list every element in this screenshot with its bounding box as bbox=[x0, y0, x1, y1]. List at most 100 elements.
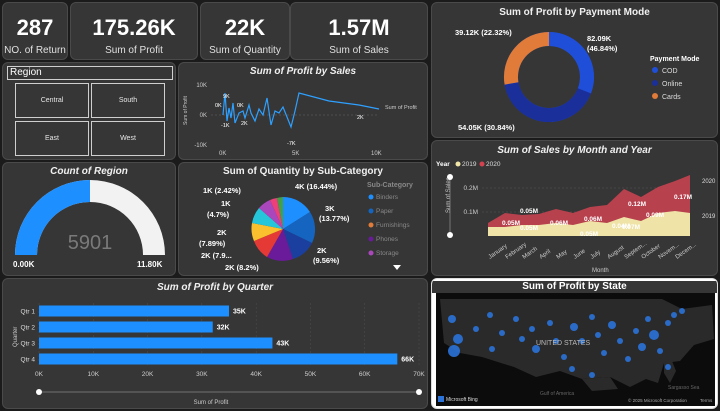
profit-by-sales-svg: Sum of Profit 10K 0K -10K 9K 0K 0K -1K 2… bbox=[183, 83, 417, 157]
profit-quarter-chart[interactable]: Sum of Profit by Quarter Quarter Sum of … bbox=[2, 278, 428, 409]
legend-entry: Storage bbox=[376, 250, 399, 257]
region-option-central[interactable]: Central bbox=[15, 83, 89, 118]
x-tick-label: 10K bbox=[87, 371, 99, 378]
bar-value-label: 66K bbox=[401, 357, 414, 364]
region-slicer: Region Central South East West bbox=[2, 62, 176, 160]
kpi-profit-label: Sum of Profit bbox=[105, 45, 163, 56]
sales-ylabel: Sum of Sales bbox=[446, 177, 452, 213]
sales-month-chart[interactable]: Sum of Sales by Month and Year Year 2019… bbox=[431, 140, 718, 276]
data-label: 0.05M bbox=[520, 225, 538, 232]
bing-icon bbox=[438, 396, 444, 402]
pie bbox=[251, 197, 316, 261]
payment-mode-chart[interactable]: Sum of Profit by Payment Mode 39.12K (22… bbox=[431, 2, 718, 138]
bar-qtr-3[interactable] bbox=[39, 337, 273, 349]
month-tick: August bbox=[607, 245, 626, 261]
legend-entry-2020: 2020 bbox=[486, 161, 501, 168]
sales-month-svg: Year 2019 2020 Sum of Sales 0.2M 0.1M 0.… bbox=[436, 161, 716, 274]
data-label: -7K bbox=[287, 141, 296, 147]
data-label: (13.77%) bbox=[319, 214, 350, 223]
month-tick: April bbox=[539, 249, 552, 261]
kpi-sales-value: 1.57M bbox=[328, 15, 390, 40]
legend-entry: Furnishings bbox=[376, 222, 410, 229]
legend-entry: Phones bbox=[376, 236, 399, 243]
kpi-profit-value: 175.26K bbox=[92, 15, 176, 40]
kpi-returns-label: NO. of Return bbox=[4, 45, 66, 56]
bar-value-label: 43K bbox=[276, 341, 289, 348]
region-option-east[interactable]: East bbox=[15, 121, 89, 156]
data-label: 0.06M bbox=[550, 220, 568, 227]
sales-xlabel: Month bbox=[592, 268, 609, 274]
data-label: 2K bbox=[357, 115, 364, 121]
bing-logo: Microsoft Bing bbox=[446, 397, 478, 403]
count-region-gauge[interactable]: Count of Region 5901 0.00K 11.80K bbox=[2, 162, 176, 276]
year-legend-title: Year bbox=[436, 161, 450, 168]
category-label: Qtr 3 bbox=[21, 341, 36, 348]
data-label: (46.84%) bbox=[587, 44, 618, 53]
month-tick: June bbox=[573, 248, 588, 261]
region-option-west[interactable]: West bbox=[91, 121, 165, 156]
data-label: 39.12K (22.32%) bbox=[455, 28, 512, 37]
bar-qtr-2[interactable] bbox=[39, 321, 213, 333]
sea-label: Sargasso Sea bbox=[668, 385, 700, 391]
xtick: 10K bbox=[371, 151, 382, 157]
bar-qtr-1[interactable] bbox=[39, 305, 229, 317]
x-tick-label: 60K bbox=[359, 371, 371, 378]
region-slicer-title: Region bbox=[7, 66, 173, 80]
gulf-label: Gulf of America bbox=[540, 391, 574, 397]
slider-handle[interactable] bbox=[36, 389, 42, 395]
end-label: 2019 bbox=[702, 214, 716, 220]
data-label: 0.12M bbox=[628, 201, 646, 208]
legend-entry-cod: COD bbox=[662, 68, 678, 75]
ytick: 0K bbox=[200, 113, 207, 119]
legend-entry-cards: Cards bbox=[662, 94, 681, 101]
payment-legend-title: Payment Mode bbox=[650, 56, 700, 63]
data-label: 2K bbox=[241, 121, 248, 127]
data-label: 2K (7.9... bbox=[201, 251, 232, 260]
data-label: 82.09K bbox=[587, 34, 612, 43]
bar-qtr-4[interactable] bbox=[39, 353, 398, 365]
data-label: 0.07M bbox=[622, 224, 640, 231]
map-terms-link[interactable]: Terms bbox=[700, 398, 713, 403]
data-label: 0.05M bbox=[580, 231, 598, 238]
profit-state-map[interactable]: Sum of Profit by State UNITED STATES Sar… bbox=[431, 278, 718, 409]
payment-mode-svg: 39.12K (22.32%) 82.09K (46.84%) 54.05K (… bbox=[455, 28, 700, 132]
kpi-quantity-label: Sum of Quantity bbox=[209, 45, 281, 56]
x-tick-label: 50K bbox=[305, 371, 317, 378]
kpi-quantity-value: 22K bbox=[224, 15, 266, 40]
category-label: Qtr 1 bbox=[21, 309, 36, 316]
legend-entry-online: Online bbox=[662, 81, 682, 88]
legend-entry: Binders bbox=[376, 194, 399, 201]
data-label: (7.89%) bbox=[199, 239, 226, 248]
subcat-legend-title: Sub-Category bbox=[367, 182, 413, 189]
legend-entry: Paper bbox=[376, 208, 394, 215]
profit-by-sales-chart[interactable]: Sum of Profit by Sales Sum of Profit 10K… bbox=[178, 62, 428, 160]
legend-scroll-down-icon bbox=[393, 265, 401, 270]
data-label: 3K bbox=[325, 204, 335, 213]
country-label: UNITED STATES bbox=[536, 340, 591, 347]
data-label: 9K bbox=[223, 94, 230, 100]
ytick: 0.1M bbox=[464, 209, 478, 216]
month-tick: May bbox=[556, 249, 569, 260]
data-label: 1K bbox=[221, 199, 231, 208]
month-ticks: January February March April May June Ju… bbox=[488, 241, 698, 261]
map-copyright: © 2025 Microsoft Corporation bbox=[628, 397, 687, 403]
ytick: -10K bbox=[194, 143, 207, 149]
category-label: Qtr 4 bbox=[21, 357, 36, 364]
data-label: (9.56%) bbox=[313, 256, 340, 265]
region-option-south[interactable]: South bbox=[91, 83, 165, 118]
kpi-returns-value: 287 bbox=[16, 15, 54, 40]
slider-handle[interactable] bbox=[447, 174, 453, 180]
quarter-ylabel: Quarter bbox=[13, 327, 19, 347]
bar-value-label: 32K bbox=[217, 325, 230, 332]
slider-handle[interactable] bbox=[416, 389, 422, 395]
ytick: 0.2M bbox=[464, 185, 478, 192]
data-label: 0.17M bbox=[674, 194, 692, 201]
data-label: 54.05K (30.84%) bbox=[458, 123, 515, 132]
x-tick-label: 40K bbox=[250, 371, 262, 378]
month-tick: July bbox=[590, 250, 602, 261]
donut-slice-online bbox=[504, 81, 591, 123]
slider-handle[interactable] bbox=[447, 232, 453, 238]
data-label: 0K bbox=[215, 103, 222, 109]
profit-by-sales-ylabel: Sum of Profit bbox=[183, 95, 189, 125]
qty-subcategory-chart[interactable]: Sum of Quantity by Sub-Category 1K (2.42… bbox=[178, 162, 428, 276]
